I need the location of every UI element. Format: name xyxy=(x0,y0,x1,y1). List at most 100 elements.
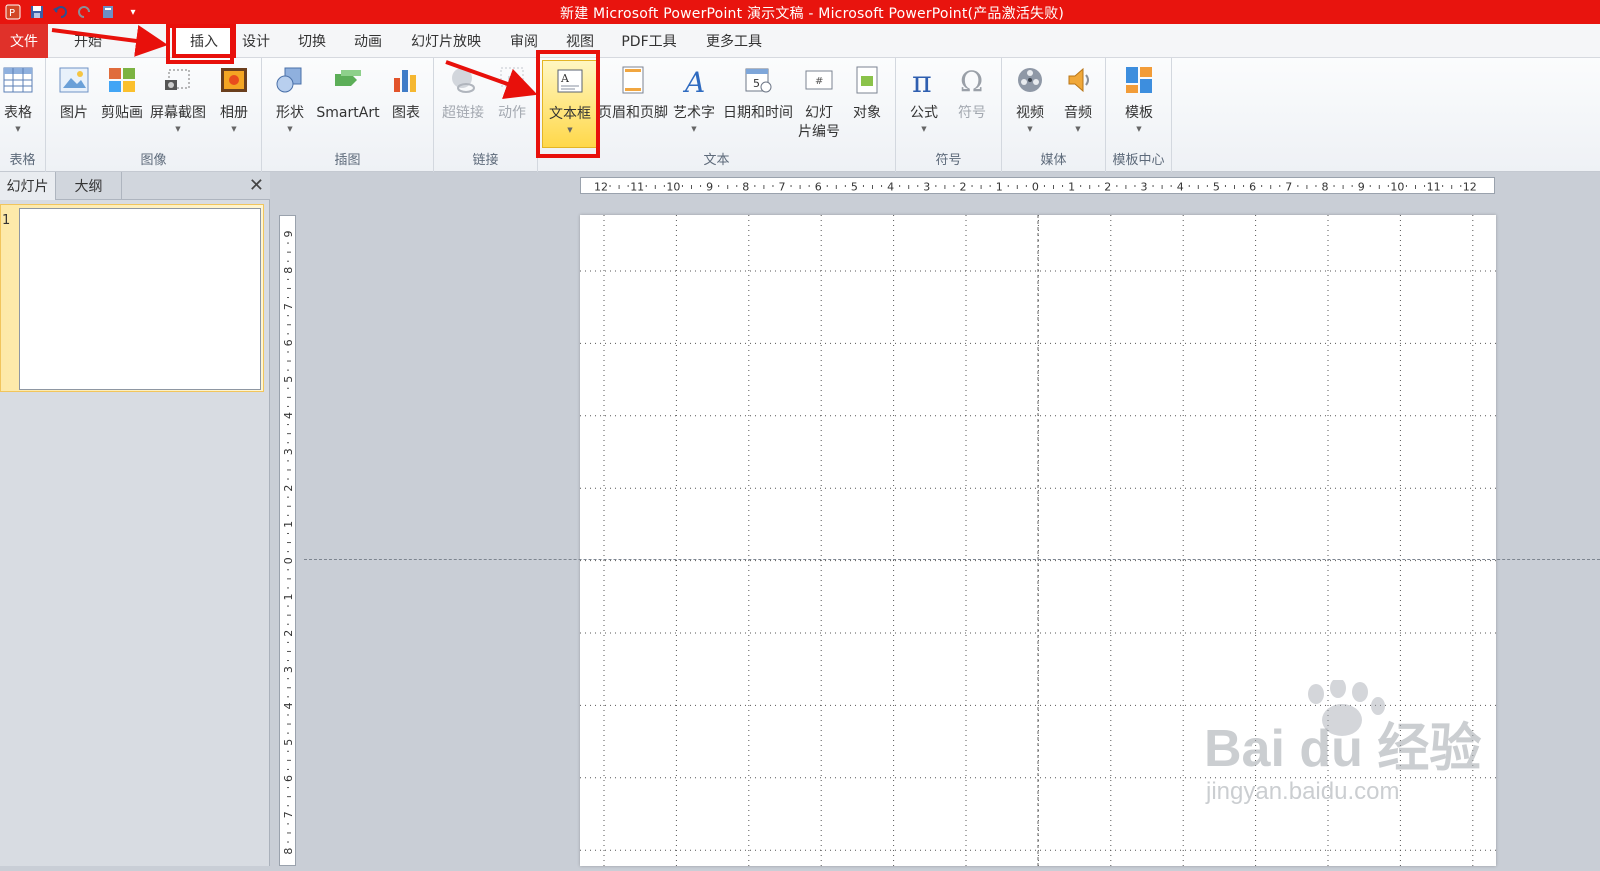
speaker-icon xyxy=(1061,62,1095,98)
ruler-tick-label: 12 xyxy=(594,181,608,194)
ruler-tick-label: 3 xyxy=(923,181,930,194)
film-reel-icon xyxy=(1013,62,1047,98)
chart-button[interactable]: 图表 xyxy=(384,60,428,150)
slide-number-button[interactable]: # 幻灯 片编号 xyxy=(796,60,842,150)
group-illustrations: 形状 ▼ SmartArt 图表 插图 xyxy=(262,58,434,172)
ruler-tick-label: 2 xyxy=(282,630,295,637)
wordart-button[interactable]: A 艺术字 ▼ xyxy=(670,60,718,150)
slide-thumbnail[interactable] xyxy=(19,208,261,390)
chevron-down-icon: ▼ xyxy=(1075,125,1081,133)
group-media: 视频 ▼ 音频 ▼ 媒体 xyxy=(1002,58,1106,172)
action-label: 动作 xyxy=(498,105,526,121)
ruler-tick-label: 12 xyxy=(1463,181,1477,194)
template-icon xyxy=(1122,62,1156,98)
shapes-label: 形状 xyxy=(276,105,304,121)
tab-more-tools[interactable]: 更多工具 xyxy=(696,24,772,58)
header-footer-icon xyxy=(616,62,650,98)
ruler-tick-label: 6 xyxy=(815,181,822,194)
action-button[interactable]: 动作 xyxy=(490,60,534,150)
picture-button[interactable]: 图片 xyxy=(52,60,96,150)
slide-number-icon: # xyxy=(802,62,836,98)
insert-tab-highlight xyxy=(166,24,234,64)
smartart-button[interactable]: SmartArt xyxy=(314,60,382,150)
ruler-tick-label: 4 xyxy=(1177,181,1184,194)
svg-text:P: P xyxy=(9,8,15,19)
ruler-tick-label: 6 xyxy=(282,775,295,782)
screenshot-button[interactable]: 屏幕截图 ▼ xyxy=(146,60,210,150)
svg-text:#: # xyxy=(815,76,823,87)
group-templates: 模板 ▼ 模板中心 xyxy=(1106,58,1172,172)
undo-icon[interactable] xyxy=(50,2,72,22)
object-button[interactable]: 对象 xyxy=(844,60,890,150)
ruler-tick-label: 5 xyxy=(1213,181,1220,194)
clipart-button[interactable]: 剪贴画 xyxy=(98,60,146,150)
photo-album-icon xyxy=(217,62,251,98)
chevron-down-icon: ▼ xyxy=(15,125,21,133)
vertical-ruler: 9 8 7 6 5 4 3 2 1 0 1 2 3 4 5 6 7 8 xyxy=(279,215,296,866)
table-label: 表格 xyxy=(4,105,32,121)
tab-file[interactable]: 文件 xyxy=(0,24,48,58)
tab-outline[interactable]: 大纲 xyxy=(56,172,122,200)
wordart-icon: A xyxy=(677,62,711,98)
ribbon: 表格 ▼ 表格 图片 剪贴画 屏幕截图 ▼ 相册 ▼ 图像 形状 ▼ Smart… xyxy=(0,58,1600,172)
ruler-tick-label: 2 xyxy=(282,485,295,492)
window-title: 新建 Microsoft PowerPoint 演示文稿 - Microsoft… xyxy=(560,6,1065,22)
tab-animations[interactable]: 动画 xyxy=(346,24,390,58)
template-button[interactable]: 模板 ▼ xyxy=(1116,60,1162,150)
ruler-tick-label: 7 xyxy=(779,181,786,194)
audio-button[interactable]: 音频 ▼ xyxy=(1056,60,1100,150)
ruler-tick-label: 4 xyxy=(282,702,295,709)
group-label-images: 图像 xyxy=(140,153,167,168)
tab-slides[interactable]: 幻灯片 xyxy=(0,172,56,200)
tab-design[interactable]: 设计 xyxy=(236,24,276,58)
group-symbols: π 公式 ▼ Ω 符号 符号 xyxy=(896,58,1002,172)
ruler-tick-label: 4 xyxy=(282,412,295,419)
close-icon[interactable]: ✕ xyxy=(249,175,264,196)
svg-text:Ω: Ω xyxy=(960,66,983,94)
equation-button[interactable]: π 公式 ▼ xyxy=(902,60,946,150)
tab-transitions[interactable]: 切换 xyxy=(290,24,334,58)
ruler-tick-label: 8 xyxy=(742,181,749,194)
ruler-tick-label: 3 xyxy=(282,666,295,673)
slide-thumbnail-item[interactable]: 1 xyxy=(0,204,264,392)
symbol-label: 符号 xyxy=(958,105,986,121)
hyperlink-button[interactable]: 超链接 xyxy=(438,60,488,150)
picture-icon xyxy=(57,62,91,98)
group-label-illustrations: 插图 xyxy=(334,153,361,168)
shapes-button[interactable]: 形状 ▼ xyxy=(268,60,312,150)
redo-icon[interactable] xyxy=(74,2,96,22)
symbol-button[interactable]: Ω 符号 xyxy=(950,60,994,150)
powerpoint-icon[interactable]: P xyxy=(2,2,24,22)
group-label-media: 媒体 xyxy=(1040,153,1067,168)
photo-album-button[interactable]: 相册 ▼ xyxy=(210,60,258,150)
table-button[interactable]: 表格 ▼ xyxy=(0,60,36,150)
wordart-label: 艺术字 xyxy=(673,105,715,121)
ruler-tick-label: 5 xyxy=(851,181,858,194)
smartart-icon xyxy=(331,62,365,98)
customize-icon[interactable]: ▾ xyxy=(122,2,144,22)
chevron-down-icon: ▼ xyxy=(1027,125,1033,133)
clipart-label: 剪贴画 xyxy=(101,105,143,121)
horizontal-guide[interactable] xyxy=(304,559,1600,560)
ruler-tick-label: 8 xyxy=(1322,181,1329,194)
header-footer-button[interactable]: 页眉和页脚 xyxy=(598,60,668,150)
ruler-tick-label: 3 xyxy=(282,448,295,455)
hyperlink-icon xyxy=(446,62,480,98)
ruler-tick-label: 1 xyxy=(1068,181,1075,194)
video-button[interactable]: 视频 ▼ xyxy=(1008,60,1052,150)
tab-slideshow[interactable]: 幻灯片放映 xyxy=(404,24,488,58)
date-time-button[interactable]: 5 日期和时间 xyxy=(720,60,796,150)
tab-home[interactable]: 开始 xyxy=(64,24,112,58)
screenshot-icon xyxy=(161,62,195,98)
ruler-tick-label: 0 xyxy=(1032,181,1039,194)
ruler-tick-label: 7 xyxy=(1285,181,1292,194)
save-icon[interactable] xyxy=(26,2,48,22)
audio-label: 音频 xyxy=(1064,105,1092,121)
ruler-tick-label: 2 xyxy=(1104,181,1111,194)
tab-pdf-tools[interactable]: PDF工具 xyxy=(614,24,684,58)
ruler-tick-label: 11 xyxy=(1427,181,1441,194)
repeat-icon[interactable] xyxy=(98,2,120,22)
group-links: 超链接 动作 链接 xyxy=(434,58,538,172)
group-images: 图片 剪贴画 屏幕截图 ▼ 相册 ▼ 图像 xyxy=(46,58,262,172)
pane-tab-bar: 幻灯片 大纲 ✕ xyxy=(0,172,270,200)
